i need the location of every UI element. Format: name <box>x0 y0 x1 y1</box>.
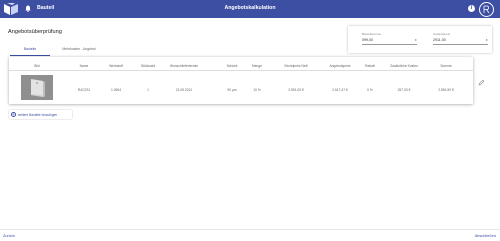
add-part-button[interactable]: + weitere Bauteile hinzufügen <box>9 110 72 119</box>
table-cell: 1 <box>147 88 149 92</box>
add-part-label: weitere Bauteile hinzufügen <box>18 112 58 117</box>
part-sum-unit: € <box>415 37 417 42</box>
tab-bauteile[interactable]: Bauteile <box>10 44 50 56</box>
table-cell: 0 % <box>367 88 373 92</box>
footer-bar: Zurück Abschließen <box>0 229 500 241</box>
top-app-bar: Bauteil Angebotskalkulation i <box>0 0 500 18</box>
table-header: Bild <box>34 64 40 68</box>
avatar-icon <box>483 5 490 13</box>
table-header: Name <box>79 64 89 68</box>
section-heading: Angebotsüberprüfung <box>8 29 62 35</box>
total-price-field: Gesamtpreis 2911,00 € <box>433 32 488 45</box>
table-header: Summe <box>440 64 452 68</box>
plus-icon: + <box>11 111 16 117</box>
part-sum-field: Bauteilsumme 099,00 € <box>362 32 417 45</box>
table-cell: 2.894,90 € <box>438 88 454 92</box>
total-price-unit: € <box>486 37 488 42</box>
table-cell: 1.0964 <box>110 88 122 92</box>
total-price-label: Gesamtpreis <box>433 32 451 36</box>
total-price-value: 2911,00 <box>433 37 446 42</box>
part-thumbnail[interactable] <box>21 75 53 100</box>
parts-table: Bild Name Werkstoff Stückzahl Wunschlief… <box>9 57 473 104</box>
avatar[interactable] <box>479 1 494 17</box>
part-sum-value: 099,00 <box>362 37 373 42</box>
back-button[interactable]: Zurück <box>3 233 15 238</box>
finish-button[interactable]: Abschließen <box>475 233 496 238</box>
info-icon[interactable]: i <box>468 5 475 12</box>
totals-card: Bauteilsumme 099,00 € Gesamtpreis 2911,0… <box>348 26 492 53</box>
table-cell: R4C2S1 <box>77 88 91 92</box>
table-cell: 10 % <box>253 88 261 92</box>
table-header: Wunschliefertermin <box>169 64 199 68</box>
table-header: Stückzahl <box>140 64 156 68</box>
page-title: Angebotskalkulation <box>224 5 276 11</box>
table-cell: 257,00 € <box>397 88 411 92</box>
table-cell: 2.591,00 € <box>288 88 304 92</box>
table-header: Zusätzliche Kosten <box>390 64 418 68</box>
table-header: Rabatt <box>365 64 375 68</box>
table-cell: 2.617,47 € <box>332 88 348 92</box>
table-header: Einzelpreis Nett <box>284 64 308 68</box>
tab-mehrkosten[interactable]: Mehrkosten - Angebot <box>52 44 106 56</box>
table-cell: 90 µm <box>227 88 237 92</box>
table-cell: 21.05.2021 <box>175 88 193 92</box>
table-header: Menge <box>251 64 263 68</box>
part-sum-label: Bauteilsumme <box>362 32 382 36</box>
pencil-icon[interactable] <box>478 79 485 86</box>
table-header: Schicht <box>226 64 238 68</box>
table-header: Werkstoff <box>109 64 123 68</box>
table-header: Angebotspreis <box>329 64 351 68</box>
